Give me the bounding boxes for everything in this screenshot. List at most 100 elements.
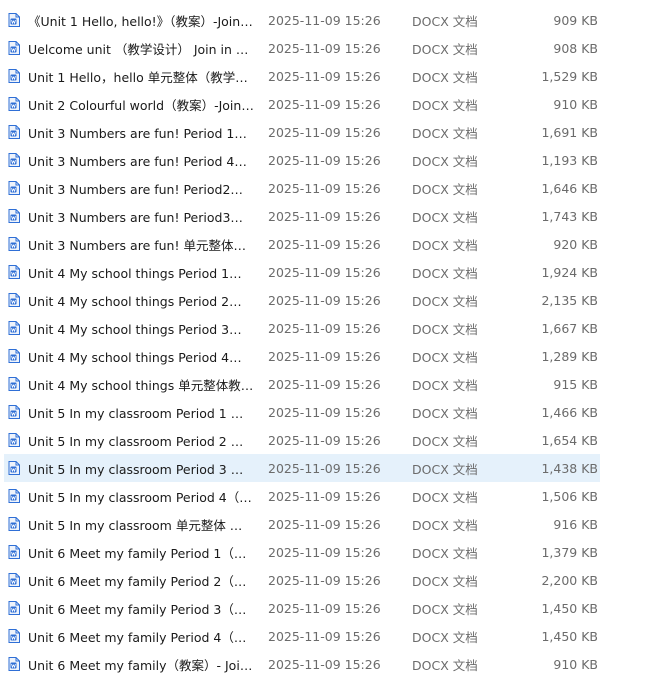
file-size: 908 KB [553,40,598,56]
file-type: DOCX 文档 [412,237,478,253]
word-document-icon [8,153,20,167]
file-type: DOCX 文档 [412,349,478,365]
word-document-icon [8,13,20,27]
file-size: 1,438 KB [541,460,598,476]
file-modified-date: 2025-11-09 15:26 [268,460,381,476]
file-name: Unit 3 Numbers are fun! 单元整体（教... [28,237,254,253]
file-size: 1,924 KB [541,264,598,280]
word-document-icon [8,573,20,587]
file-row[interactable]: Unit 5 In my classroom Period 2 （教... 20… [4,426,600,454]
word-document-icon [8,545,20,559]
file-type: DOCX 文档 [412,461,478,477]
file-modified-date: 2025-11-09 15:26 [268,376,381,392]
file-modified-date: 2025-11-09 15:26 [268,544,381,560]
file-name: Unit 6 Meet my family Period 1（教学... [28,545,254,561]
file-modified-date: 2025-11-09 15:26 [268,264,381,280]
file-size: 1,646 KB [541,180,598,196]
file-type: DOCX 文档 [412,181,478,197]
file-row[interactable]: Unit 3 Numbers are fun! 单元整体（教... 2025-1… [4,230,600,258]
file-modified-date: 2025-11-09 15:26 [268,572,381,588]
word-document-icon [8,657,20,671]
file-type: DOCX 文档 [412,321,478,337]
file-row[interactable]: Unit 6 Meet my family Period 3（教学... 202… [4,594,600,622]
file-row[interactable]: Unit 4 My school things Period 4（教... 20… [4,342,600,370]
file-modified-date: 2025-11-09 15:26 [268,292,381,308]
word-document-icon [8,181,20,195]
file-type: DOCX 文档 [412,41,478,57]
file-type: DOCX 文档 [412,489,478,505]
file-row[interactable]: Unit 3 Numbers are fun! Period 1（... 202… [4,118,600,146]
word-document-icon [8,517,20,531]
file-name: Unit 6 Meet my family Period 4（教学... [28,629,254,645]
word-document-icon [8,97,20,111]
file-row[interactable]: Unit 4 My school things Period 2（教... 20… [4,286,600,314]
file-row[interactable]: Unit 6 Meet my family Period 4（教学... 202… [4,622,600,650]
file-row[interactable]: Unit 5 In my classroom Period 4（教... 202… [4,482,600,510]
file-name: 《Unit 1 Hello, hello!》（教案）-Join i... [28,13,254,29]
file-row[interactable]: Unit 3 Numbers are fun! Period2（教... 202… [4,174,600,202]
file-size: 909 KB [553,12,598,28]
file-name: Unit 3 Numbers are fun! Period3（教... [28,209,254,225]
word-document-icon [8,349,20,363]
file-row[interactable]: Unit 3 Numbers are fun! Period3（教... 202… [4,202,600,230]
file-size: 1,450 KB [541,628,598,644]
file-modified-date: 2025-11-09 15:26 [268,152,381,168]
file-name: Unit 4 My school things Period 1（教... [28,265,254,281]
file-size: 1,691 KB [541,124,598,140]
file-modified-date: 2025-11-09 15:26 [268,404,381,420]
word-document-icon [8,125,20,139]
file-size: 1,506 KB [541,488,598,504]
file-row[interactable]: Unit 1 Hello，hello 单元整体（教学设... 2025-11-0… [4,62,600,90]
file-size: 1,667 KB [541,320,598,336]
file-row[interactable]: Unit 5 In my classroom Period 3 （教... 20… [4,454,600,482]
file-type: DOCX 文档 [412,433,478,449]
file-row[interactable]: Unit 4 My school things 单元整体教学... 2025-1… [4,370,600,398]
file-row[interactable]: Unit 2 Colourful world（教案）-Join i... 202… [4,90,600,118]
file-row[interactable]: Unit 6 Meet my family（教案）- Join i... 202… [4,650,600,678]
file-row[interactable]: Unit 4 My school things Period 3（教... 20… [4,314,600,342]
word-document-icon [8,209,20,223]
file-size: 1,289 KB [541,348,598,364]
file-name: Unit 4 My school things Period 2（教... [28,293,254,309]
file-row[interactable]: 《Unit 1 Hello, hello!》（教案）-Join i... 202… [4,6,600,34]
file-name: Uelcome unit （教学设计） Join in 外... [28,41,254,57]
word-document-icon [8,237,20,251]
file-modified-date: 2025-11-09 15:26 [268,432,381,448]
file-row[interactable]: Uelcome unit （教学设计） Join in 外... 2025-11… [4,34,600,62]
file-modified-date: 2025-11-09 15:26 [268,68,381,84]
file-size: 1,379 KB [541,544,598,560]
file-type: DOCX 文档 [412,209,478,225]
file-name: Unit 5 In my classroom Period 2 （教... [28,433,254,449]
file-name: Unit 6 Meet my family Period 3（教学... [28,601,254,617]
word-document-icon [8,601,20,615]
file-type: DOCX 文档 [412,97,478,113]
word-document-icon [8,405,20,419]
file-name: Unit 1 Hello，hello 单元整体（教学设... [28,69,254,85]
file-row[interactable]: Unit 5 In my classroom 单元整体 （教... 2025-1… [4,510,600,538]
file-size: 1,654 KB [541,432,598,448]
file-modified-date: 2025-11-09 15:26 [268,124,381,140]
file-type: DOCX 文档 [412,13,478,29]
word-document-icon [8,377,20,391]
file-type: DOCX 文档 [412,293,478,309]
word-document-icon [8,489,20,503]
file-row[interactable]: Unit 6 Meet my family Period 1（教学... 202… [4,538,600,566]
word-document-icon [8,461,20,475]
file-modified-date: 2025-11-09 15:26 [268,96,381,112]
file-size: 920 KB [553,236,598,252]
file-row[interactable]: Unit 3 Numbers are fun! Period 4（... 202… [4,146,600,174]
file-row[interactable]: Unit 4 My school things Period 1（教... 20… [4,258,600,286]
file-row[interactable]: Unit 5 In my classroom Period 1 （教... 20… [4,398,600,426]
file-size: 1,193 KB [541,152,598,168]
word-document-icon [8,321,20,335]
file-name: Unit 5 In my classroom 单元整体 （教... [28,517,254,533]
word-document-icon [8,629,20,643]
file-name: Unit 5 In my classroom Period 1 （教... [28,405,254,421]
file-type: DOCX 文档 [412,517,478,533]
file-row[interactable]: Unit 6 Meet my family Period 2（教学... 202… [4,566,600,594]
file-size: 2,200 KB [541,572,598,588]
word-document-icon [8,433,20,447]
file-size: 1,529 KB [541,68,598,84]
file-modified-date: 2025-11-09 15:26 [268,40,381,56]
file-modified-date: 2025-11-09 15:26 [268,236,381,252]
